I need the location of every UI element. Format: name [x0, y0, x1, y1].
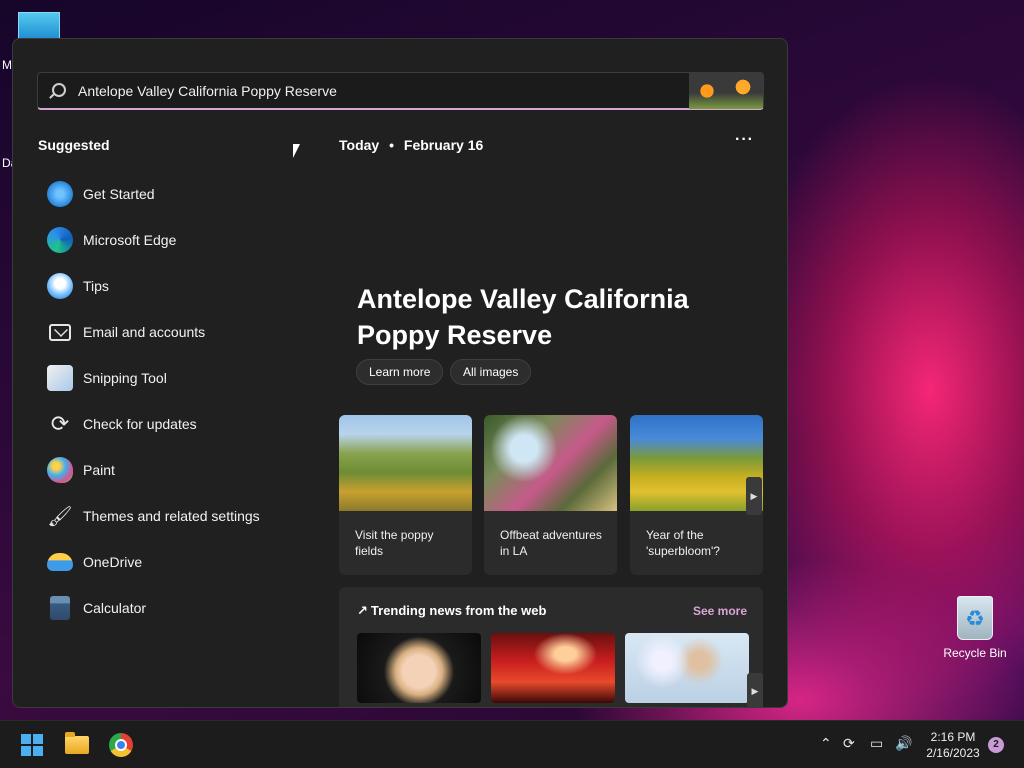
suggested-item-paint[interactable]: Paint: [47, 447, 307, 493]
story-card[interactable]: Visit the poppy fields: [339, 415, 472, 575]
suggested-item-label: Email and accounts: [83, 324, 206, 340]
today-date: February 16: [403, 137, 484, 153]
desktop-label-fragment: M: [2, 58, 12, 72]
suggested-item-label: OneDrive: [83, 554, 143, 570]
search-input[interactable]: Antelope Valley California Poppy Reserve: [37, 72, 764, 110]
tips-icon: [47, 273, 73, 299]
onedrive-icon: [47, 553, 73, 571]
suggested-list: Get Started Microsoft Edge Tips Email an…: [47, 171, 307, 631]
suggested-item-tips[interactable]: Tips: [47, 263, 307, 309]
paint-icon: [47, 457, 73, 483]
cards-next-arrow-icon[interactable]: ▶: [746, 477, 762, 515]
sync-icon[interactable]: ⟳: [843, 735, 855, 752]
suggested-item-label: Microsoft Edge: [83, 232, 177, 248]
recycle-bin-label: Recycle Bin: [943, 646, 1007, 660]
trending-arrow-icon: ↗: [357, 603, 368, 618]
suggested-heading: Suggested: [38, 137, 110, 153]
story-card-image: [339, 415, 472, 511]
suggested-item-label: Snipping Tool: [83, 370, 167, 386]
news-thumbnail[interactable]: [491, 633, 615, 703]
suggested-item-calculator[interactable]: Calculator: [47, 585, 307, 631]
today-header: Today • February 16: [339, 137, 483, 153]
hero-title: Antelope Valley California Poppy Reserve: [357, 284, 689, 350]
more-options-icon[interactable]: ···: [735, 131, 754, 149]
volume-icon[interactable]: 🔊: [895, 735, 912, 752]
story-card-caption: Visit the poppy fields: [355, 528, 434, 558]
refresh-icon: ⟳: [50, 411, 70, 436]
suggested-item-label: Tips: [83, 278, 109, 294]
desktop-shortcut-icon[interactable]: [18, 12, 60, 40]
trending-news-section: ↗ Trending news from the web See more: [339, 587, 763, 707]
chrome-icon: [109, 733, 133, 757]
clock-date: 2/16/2023: [926, 746, 980, 760]
show-hidden-icons-chevron-icon[interactable]: ⌃: [820, 735, 832, 752]
edge-icon: [47, 227, 73, 253]
story-card-caption: Offbeat adventures in LA: [500, 528, 602, 558]
trending-title-text: Trending news from the web: [370, 603, 547, 618]
suggested-item-label: Themes and related settings: [83, 508, 260, 524]
story-card-caption: Year of the 'superbloom'?: [646, 528, 720, 558]
brush-icon: 🖌: [47, 505, 73, 528]
suggested-item-email-accounts[interactable]: Email and accounts: [47, 309, 307, 355]
recycle-bin[interactable]: Recycle Bin: [942, 596, 1008, 660]
suggested-item-label: Check for updates: [83, 416, 197, 432]
suggested-item-microsoft-edge[interactable]: Microsoft Edge: [47, 217, 307, 263]
search-highlight-image: [689, 73, 763, 109]
clock-time: 2:16 PM: [930, 730, 976, 744]
news-thumbnail[interactable]: [357, 633, 481, 703]
file-explorer-button[interactable]: [61, 729, 93, 761]
suggested-item-label: Paint: [83, 462, 115, 478]
chrome-button[interactable]: [105, 729, 137, 761]
suggested-item-onedrive[interactable]: OneDrive: [47, 539, 307, 585]
today-separator: •: [389, 137, 394, 153]
notification-badge[interactable]: 2: [988, 737, 1004, 753]
search-query-text: Antelope Valley California Poppy Reserve: [78, 83, 337, 99]
learn-more-button[interactable]: Learn more: [356, 359, 444, 385]
story-card-image: [630, 415, 763, 511]
suggested-item-check-updates[interactable]: ⟳ Check for updates: [47, 401, 307, 447]
suggested-item-themes[interactable]: 🖌 Themes and related settings: [47, 493, 307, 539]
news-thumbnail[interactable]: [625, 633, 749, 703]
windows-logo-icon: [21, 734, 43, 756]
story-card-image: [484, 415, 617, 511]
suggested-item-get-started[interactable]: Get Started: [47, 171, 307, 217]
suggested-item-snipping-tool[interactable]: Snipping Tool: [47, 355, 307, 401]
news-next-arrow-icon[interactable]: ▶: [747, 673, 763, 707]
story-card[interactable]: Offbeat adventures in LA: [484, 415, 617, 575]
calculator-icon: [50, 596, 70, 620]
network-icon[interactable]: ▭: [870, 735, 883, 752]
mouse-cursor-icon: [293, 144, 300, 158]
see-more-link[interactable]: See more: [693, 604, 747, 618]
search-panel: Antelope Valley California Poppy Reserve…: [12, 38, 788, 708]
suggested-item-label: Calculator: [83, 600, 147, 616]
all-images-button[interactable]: All images: [450, 359, 532, 385]
today-label: Today: [339, 137, 380, 153]
search-icon: [52, 83, 66, 97]
trending-title: ↗ Trending news from the web: [357, 603, 546, 619]
taskbar: ⌃ ⟳ ▭ 🔊 2:16 PM 2/16/2023 2: [0, 720, 1024, 768]
mail-icon: [49, 323, 71, 341]
clock[interactable]: 2:16 PM 2/16/2023: [920, 729, 986, 761]
folder-icon: [65, 732, 89, 754]
recycle-bin-icon: [957, 596, 993, 640]
snipping-tool-icon: [47, 365, 73, 391]
suggested-item-label: Get Started: [83, 186, 155, 202]
story-card[interactable]: Year of the 'superbloom'?: [630, 415, 763, 575]
start-button[interactable]: [16, 729, 48, 761]
get-started-icon: [47, 181, 73, 207]
